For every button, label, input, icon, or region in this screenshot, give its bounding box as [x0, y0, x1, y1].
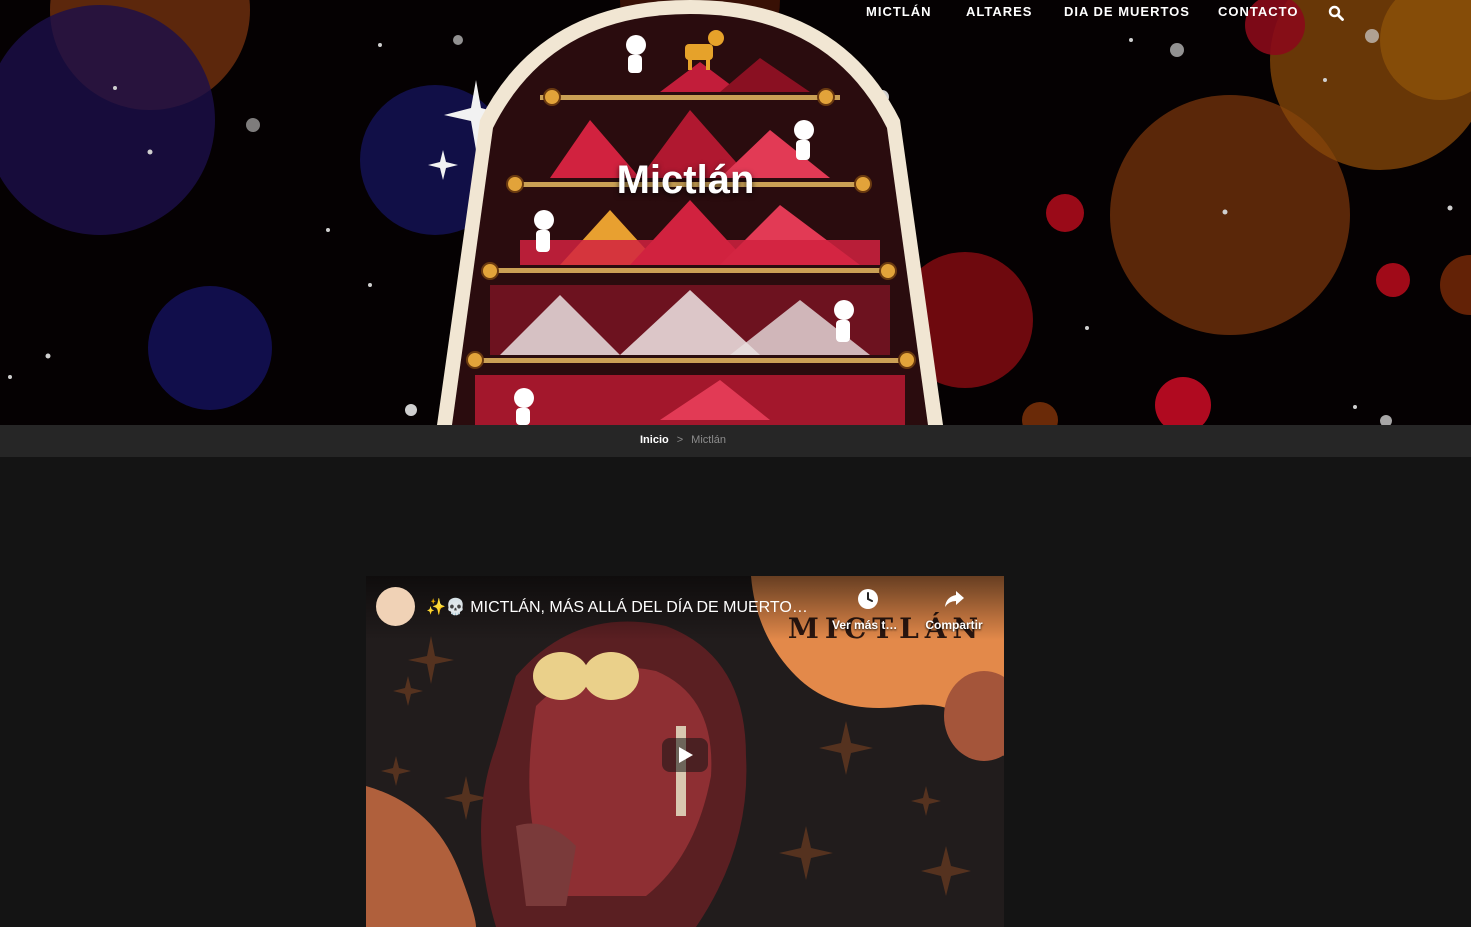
- nav-item-contacto[interactable]: CONTACTO: [1218, 4, 1298, 19]
- breadcrumb: Inicio > Mictlán: [640, 434, 726, 446]
- nav-item-altares[interactable]: ALTARES: [966, 4, 1032, 19]
- watch-later-label: Ver más tarde: [832, 618, 904, 632]
- breadcrumb-current: Mictlán: [691, 434, 727, 446]
- play-button[interactable]: [662, 738, 708, 772]
- video-title[interactable]: ✨💀 MICTLÁN, MÁS ALLÁ DEL DÍA DE MUERTOS✨…: [426, 597, 816, 617]
- share-label: Compartir: [925, 618, 983, 632]
- breadcrumb-separator: >: [676, 434, 684, 446]
- hero-banner: MICTLÁN ALTARES DIA DE MUERTOS CONTACTO …: [0, 0, 1471, 425]
- page-title: Mictlán: [616, 158, 755, 202]
- search-icon[interactable]: [1328, 5, 1344, 21]
- nav-item-mictlan[interactable]: MICTLÁN: [866, 4, 932, 19]
- hero-background-art: [0, 0, 1471, 425]
- breadcrumb-bar: Inicio > Mictlán: [0, 425, 1471, 457]
- clock-icon: [858, 589, 878, 609]
- share-icon: [945, 591, 964, 607]
- main-nav: MICTLÁN ALTARES DIA DE MUERTOS CONTACTO: [0, 4, 1471, 21]
- share-button[interactable]: Compartir: [918, 588, 990, 632]
- watch-later-button[interactable]: Ver más tarde: [832, 588, 904, 632]
- nav-item-dia-de-muertos[interactable]: DIA DE MUERTOS: [1064, 4, 1190, 19]
- video-embed[interactable]: MICTLÁN ✨💀 MICTLÁN, MÁS ALLÁ DEL DÍA DE …: [366, 576, 1004, 927]
- breadcrumb-home-link[interactable]: Inicio: [640, 434, 669, 446]
- channel-avatar[interactable]: [376, 587, 415, 626]
